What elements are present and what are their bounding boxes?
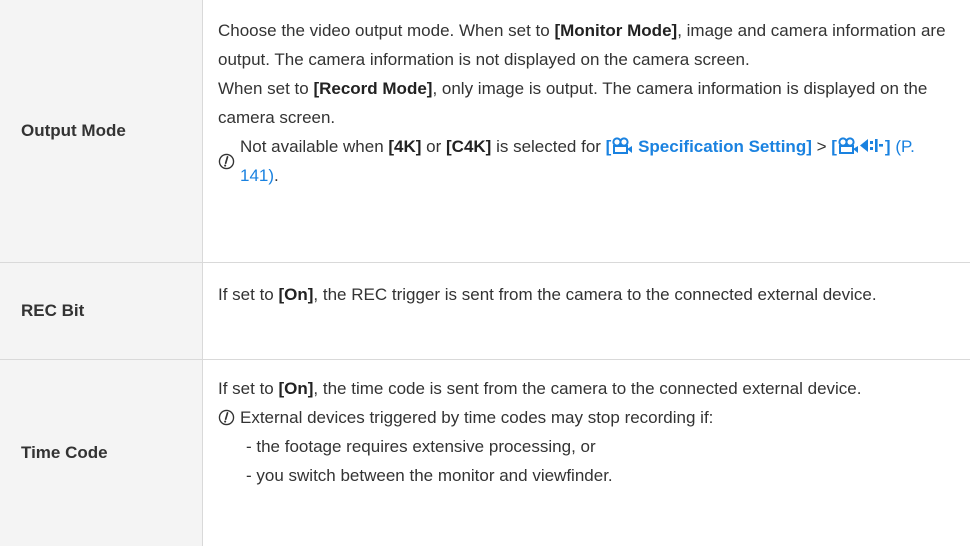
text: If set to (218, 285, 279, 304)
text: . (274, 166, 279, 185)
note-text: Not available when [4K] or [C4K] is sele… (240, 132, 952, 190)
row-description: Choose the video output mode. When set t… (203, 0, 970, 262)
movie-mode-icon (611, 137, 633, 156)
note-text: External devices triggered by time codes… (240, 408, 714, 427)
table-row-time-code: Time Code If set to [On], the time code … (0, 360, 970, 546)
text: If set to (218, 379, 279, 398)
note: Not available when [4K] or [C4K] is sele… (218, 132, 952, 190)
option-name: [On] (278, 285, 314, 304)
list-item: - you switch between the monitor and vie… (246, 466, 613, 485)
specification-setting-link[interactable]: [ Specification Setting] (606, 137, 812, 156)
text: is selected for (491, 137, 606, 156)
option-name: [On] (278, 379, 314, 398)
bitrate-setting-link[interactable]: [] (831, 137, 890, 156)
description-paragraph: If set to [On], the time code is sent fr… (218, 374, 952, 403)
text: or (421, 137, 446, 156)
row-description: If set to [On], the time code is sent fr… (203, 360, 970, 546)
option-name: [Monitor Mode] (554, 21, 678, 40)
caution-icon (218, 403, 240, 432)
row-label: Output Mode (0, 0, 203, 262)
bitrate-icon (859, 137, 885, 156)
note: External devices triggered by time codes… (218, 403, 952, 432)
option-name: [4K] (388, 137, 422, 156)
text: Not available when (240, 137, 389, 156)
list-item: - the footage requires extensive process… (246, 437, 596, 456)
row-description: If set to [On], the REC trigger is sent … (203, 263, 970, 359)
option-name: [C4K] (446, 137, 492, 156)
description-paragraph: If set to [On], the REC trigger is sent … (218, 280, 952, 309)
settings-table: Output Mode Choose the video output mode… (0, 0, 970, 546)
text: , the time code is sent from the camera … (313, 379, 862, 398)
text: > (811, 137, 832, 156)
text: When set to (218, 79, 314, 98)
option-name: [Record Mode] (313, 79, 433, 98)
text: Choose the video output mode. When set t… (218, 21, 555, 40)
description-paragraph: When set to [Record Mode], only image is… (218, 74, 952, 132)
row-label: Time Code (0, 360, 203, 546)
table-row-output-mode: Output Mode Choose the video output mode… (0, 0, 970, 263)
table-row-rec-bit: REC Bit If set to [On], the REC trigger … (0, 263, 970, 360)
row-label: REC Bit (0, 263, 203, 359)
link-text: Specification Setting] (633, 137, 812, 156)
movie-mode-icon (837, 137, 859, 156)
description-paragraph: Choose the video output mode. When set t… (218, 16, 952, 74)
text: , the REC trigger is sent from the camer… (313, 285, 877, 304)
caution-icon (218, 132, 240, 190)
